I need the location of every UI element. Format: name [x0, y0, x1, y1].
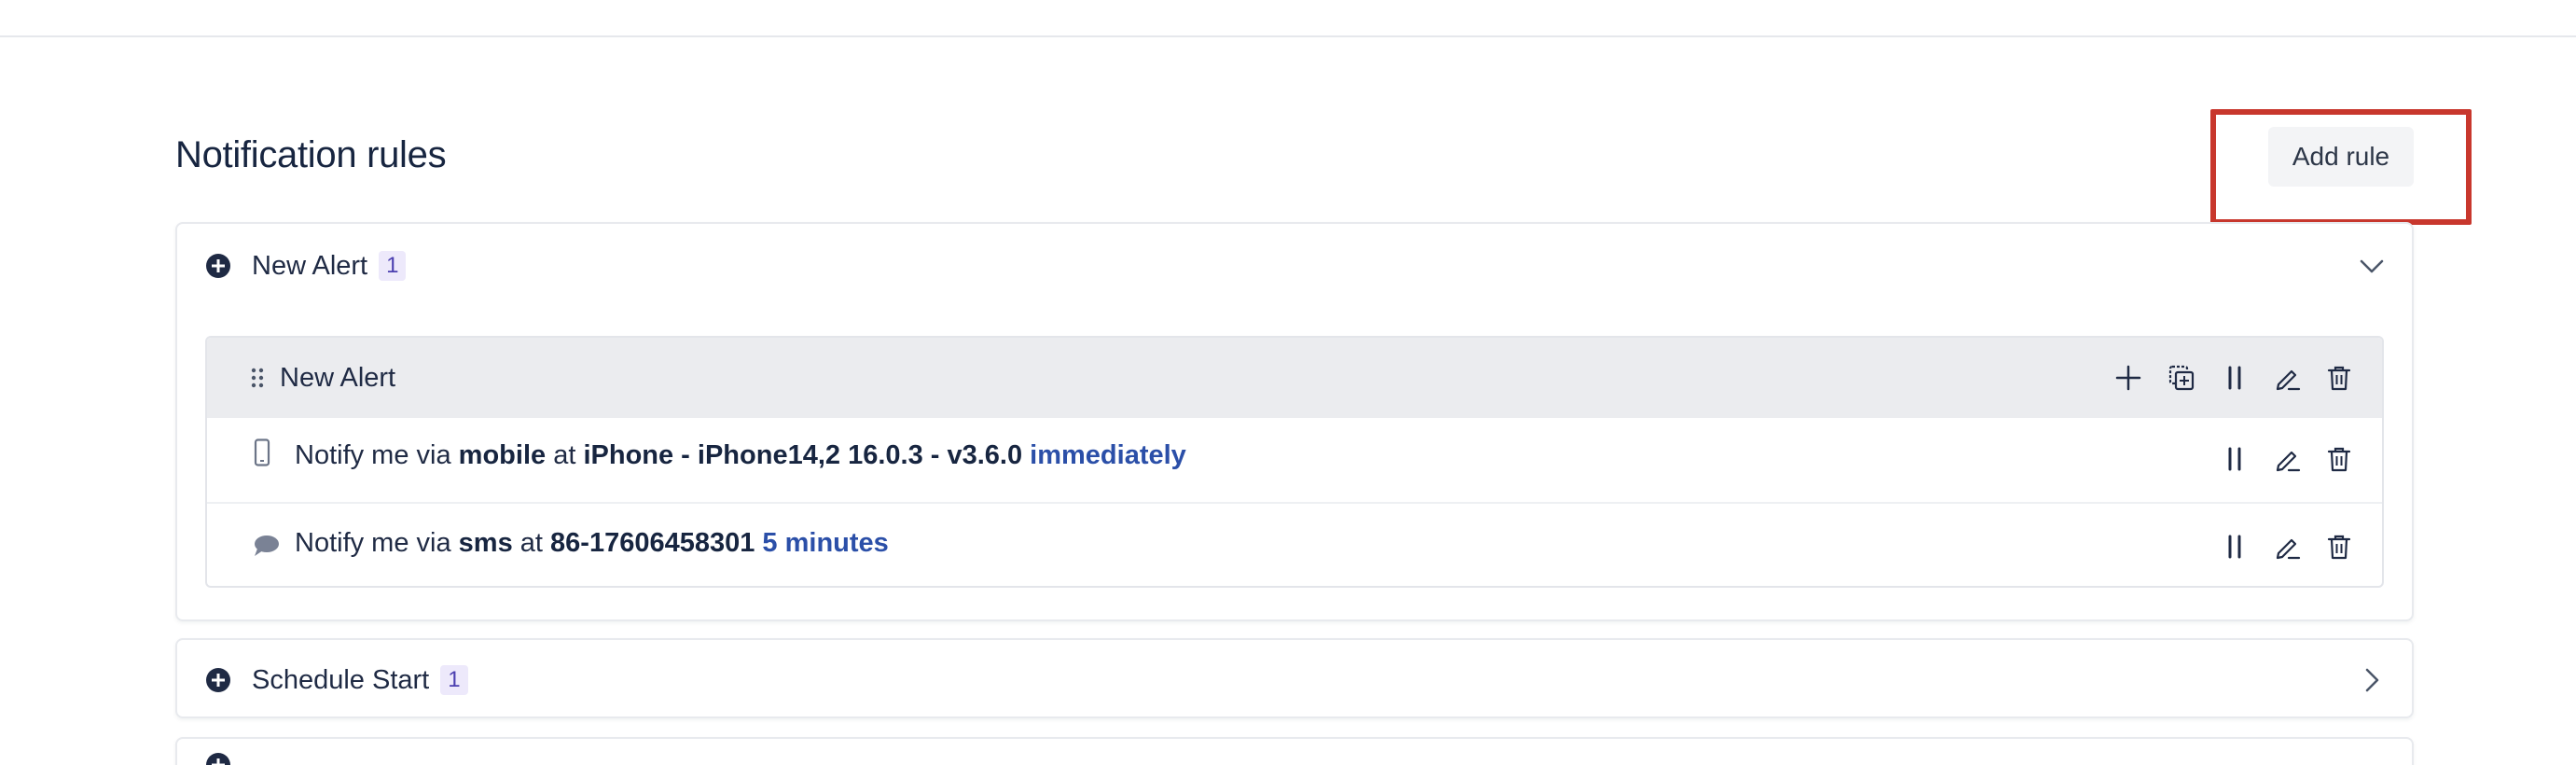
rule-connector: at — [519, 528, 543, 558]
pause-icon — [2228, 535, 2241, 559]
rule-card-schedule-start: Schedule Start 1 — [175, 638, 2414, 718]
delete-group-button[interactable] — [2320, 359, 2358, 396]
top-bar — [0, 0, 2576, 37]
mobile-phone-icon — [254, 438, 270, 466]
card-title: New Alert — [252, 250, 368, 281]
rule-description: Notify me via mobile at iPhone - iPhone1… — [295, 440, 1186, 471]
rule-card-partial — [175, 737, 2414, 765]
pause-rule-button[interactable] — [2216, 528, 2253, 565]
rule-description: Notify me via sms at 86-17606458301 5 mi… — [295, 528, 889, 559]
rule-method: mobile — [458, 440, 547, 470]
delete-icon — [2327, 535, 2351, 560]
edit-icon — [2276, 369, 2301, 391]
add-icon — [2115, 365, 2141, 391]
chevron-right-icon[interactable] — [2358, 666, 2386, 694]
rule-group-header: New Alert — [207, 338, 2382, 418]
pause-rule-button[interactable] — [2216, 440, 2253, 478]
add-rule-button[interactable]: Add rule — [2268, 127, 2414, 187]
rule-method: sms — [458, 528, 513, 558]
pause-icon — [2228, 366, 2241, 390]
delete-icon — [2327, 366, 2351, 391]
plus-circle-icon[interactable] — [205, 253, 231, 279]
rule-target: 86-17606458301 — [550, 528, 755, 558]
rule-card-new-alert: New Alert 1 New Alert Notify me via mobi… — [175, 222, 2414, 621]
card-header-schedule-start[interactable]: Schedule Start 1 — [177, 640, 2412, 720]
card-title: Schedule Start — [252, 664, 430, 695]
duplicate-button[interactable] — [2163, 359, 2200, 396]
rule-prefix: Notify me via — [295, 528, 451, 558]
delete-rule-button[interactable] — [2320, 440, 2358, 478]
rule-target: iPhone - iPhone14,2 16.0.3 - v3.6.0 — [583, 440, 1023, 470]
plus-circle-icon[interactable] — [205, 752, 231, 765]
count-badge: 1 — [379, 251, 407, 281]
edit-icon — [2276, 451, 2301, 472]
edit-group-button[interactable] — [2269, 359, 2306, 396]
card-header-new-alert[interactable]: New Alert 1 — [177, 224, 2412, 308]
card-header-partial[interactable] — [177, 739, 2412, 765]
chevron-down-icon[interactable] — [2358, 252, 2386, 280]
rule-timing[interactable]: 5 minutes — [762, 528, 888, 558]
rule-group-title: New Alert — [280, 362, 396, 393]
duplicate-icon — [2168, 365, 2195, 391]
pause-group-button[interactable] — [2216, 359, 2253, 396]
page-title: Notification rules — [175, 134, 447, 175]
pause-icon — [2228, 447, 2241, 471]
edit-rule-button[interactable] — [2269, 528, 2306, 565]
delete-rule-button[interactable] — [2320, 528, 2358, 565]
rule-row: Notify me via sms at 86-17606458301 5 mi… — [207, 502, 2382, 586]
edit-rule-button[interactable] — [2269, 440, 2306, 478]
rule-timing[interactable]: immediately — [1030, 440, 1186, 470]
drag-handle-icon[interactable] — [250, 366, 265, 390]
chat-bubble-icon — [255, 536, 279, 556]
rule-group: New Alert Notify me via mobile at iPhone… — [205, 336, 2384, 588]
count-badge: 1 — [440, 665, 468, 695]
add-step-button[interactable] — [2110, 359, 2147, 396]
rule-connector: at — [553, 440, 576, 470]
rule-prefix: Notify me via — [295, 440, 451, 470]
edit-icon — [2276, 538, 2301, 560]
delete-icon — [2327, 447, 2351, 472]
plus-circle-icon[interactable] — [205, 667, 231, 693]
rule-row: Notify me via mobile at iPhone - iPhone1… — [207, 418, 2382, 502]
